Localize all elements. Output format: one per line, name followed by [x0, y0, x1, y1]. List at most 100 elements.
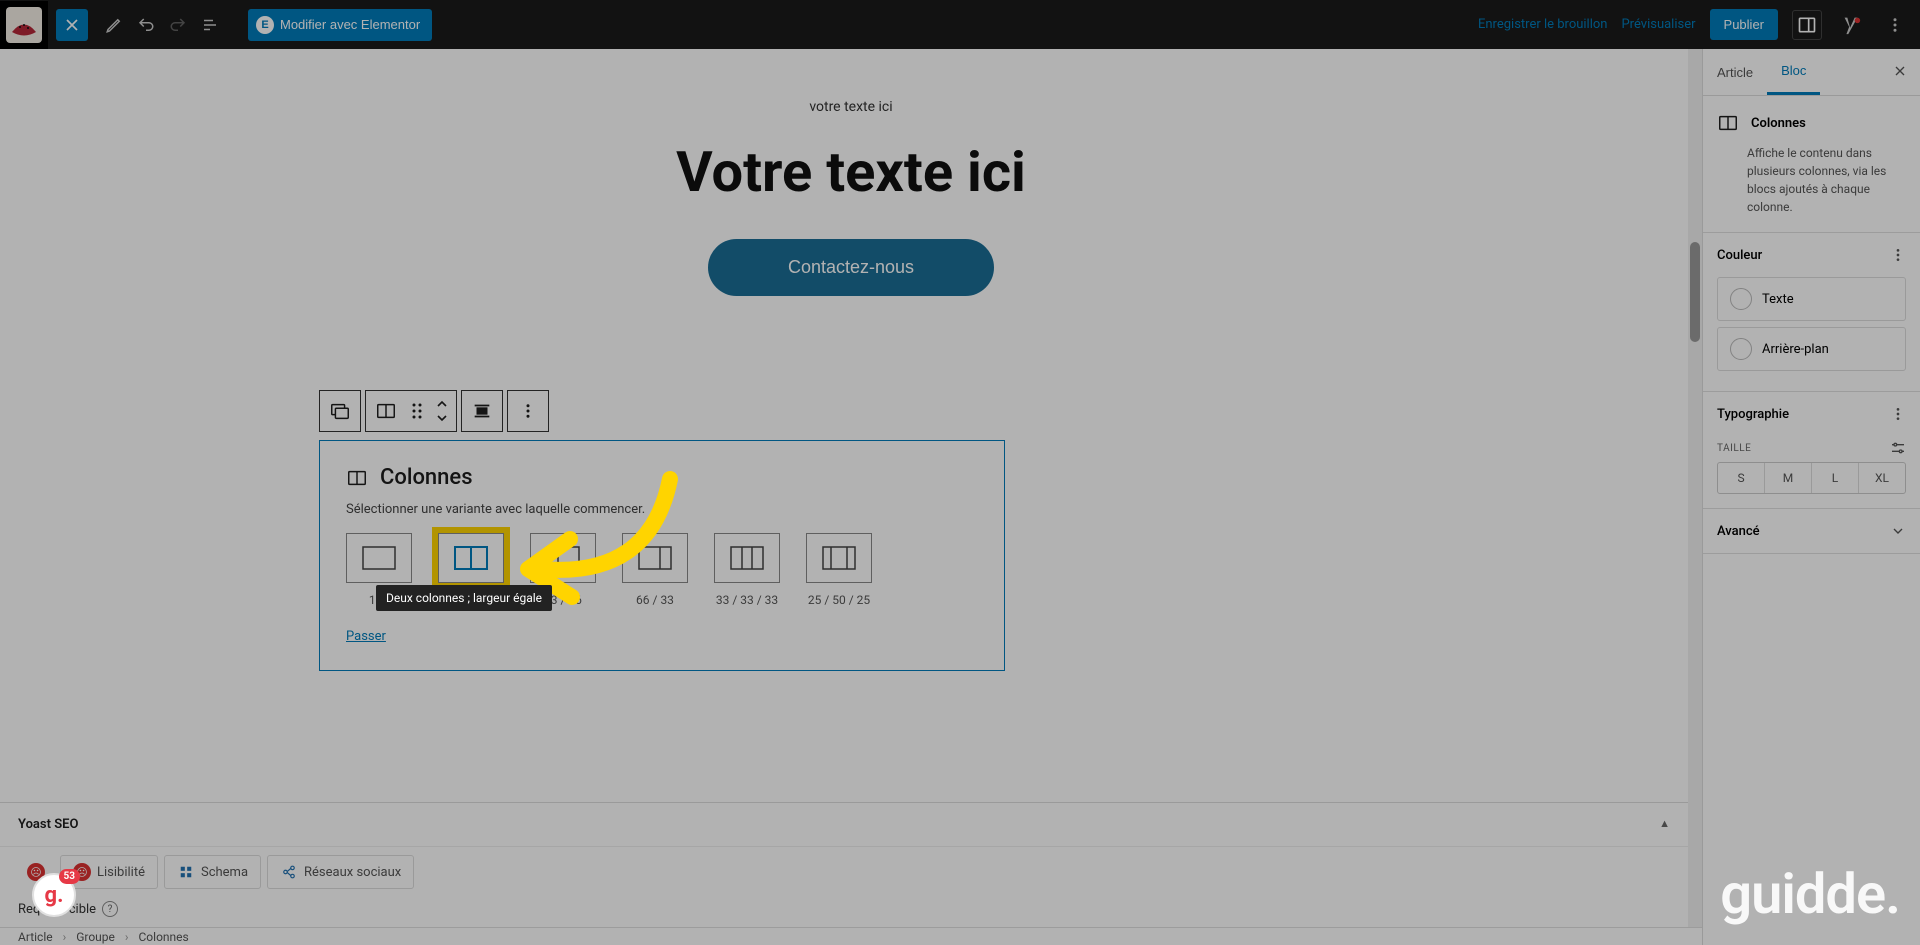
- move-block-button[interactable]: [428, 391, 456, 431]
- hero-subtitle[interactable]: votre texte ici: [0, 99, 1702, 115]
- sidebar-close-button[interactable]: [1880, 49, 1920, 95]
- variant-label: 25 / 50 / 25: [808, 593, 870, 607]
- toolbar-left-group: E Modifier avec Elementor: [48, 9, 432, 41]
- preview-link[interactable]: Prévisualiser: [1621, 17, 1695, 32]
- tab-block[interactable]: Bloc: [1767, 49, 1820, 95]
- main-layout: votre texte ici Votre texte ici Contacte…: [0, 49, 1920, 945]
- breadcrumb: Article › Groupe › Colonnes: [0, 927, 1702, 945]
- chevron-down-icon: [1890, 523, 1906, 539]
- columns-placeholder-block: Colonnes Sélectionner une variante avec …: [319, 440, 1005, 671]
- color-label: Texte: [1762, 292, 1794, 307]
- color-swatch-icon: [1730, 338, 1752, 360]
- yoast-header[interactable]: Yoast SEO ▲: [0, 803, 1688, 847]
- publish-button[interactable]: Publier: [1710, 9, 1778, 40]
- variant-tooltip: Deux colonnes ; largeur égale: [376, 585, 552, 611]
- block-name: Colonnes: [1751, 116, 1806, 131]
- guidde-avatar[interactable]: g. 53: [32, 873, 76, 917]
- guidde-badge: 53: [59, 869, 80, 884]
- yoast-target-row: Requête cible ?: [0, 897, 1688, 927]
- help-icon[interactable]: ?: [102, 901, 118, 917]
- size-label: TAILLE: [1717, 443, 1751, 454]
- breadcrumb-item[interactable]: Colonnes: [139, 930, 189, 944]
- align-button[interactable]: [462, 391, 502, 431]
- yoast-tab-label: Lisibilité: [97, 865, 145, 880]
- skip-link[interactable]: Passer: [346, 629, 386, 644]
- color-swatch-icon: [1730, 288, 1752, 310]
- redo-button[interactable]: [164, 11, 192, 39]
- hero-title[interactable]: Votre texte ici: [0, 139, 1702, 205]
- canvas-scrollbar[interactable]: [1688, 49, 1702, 945]
- more-icon: [1890, 247, 1906, 263]
- more-icon: [1890, 406, 1906, 422]
- sidebar-toggle-button[interactable]: [1792, 10, 1822, 40]
- save-draft-link[interactable]: Enregistrer le brouillon: [1478, 17, 1608, 32]
- size-xl[interactable]: XL: [1859, 463, 1905, 493]
- variant-label: 66 / 33: [636, 593, 674, 607]
- drag-handle[interactable]: [406, 391, 428, 431]
- color-section-header[interactable]: Couleur: [1703, 233, 1920, 277]
- top-toolbar: E Modifier avec Elementor Enregistrer le…: [0, 0, 1920, 49]
- variant-50-50[interactable]: [438, 533, 504, 583]
- yoast-tab-label: Schema: [201, 865, 248, 880]
- elementor-label: Modifier avec Elementor: [280, 17, 420, 32]
- site-icon: [6, 7, 42, 43]
- yoast-tab-label: Réseaux sociaux: [304, 865, 401, 880]
- typography-section-header[interactable]: Typographie: [1703, 392, 1920, 436]
- variant-label: 33 / 33 / 33: [716, 593, 778, 607]
- advanced-section-header[interactable]: Avancé: [1703, 509, 1920, 553]
- block-description: Affiche le contenu dans plusieurs colonn…: [1717, 144, 1906, 216]
- sidebar-tabs: Article Bloc: [1703, 49, 1920, 96]
- color-label: Arrière-plan: [1762, 342, 1829, 357]
- schema-icon: [177, 863, 195, 881]
- edit-mode-button[interactable]: [100, 11, 128, 39]
- yoast-title: Yoast SEO: [18, 817, 78, 832]
- toolbar-right-group: Enregistrer le brouillon Prévisualiser P…: [1478, 9, 1920, 40]
- more-options-button[interactable]: [1880, 10, 1910, 40]
- editor-canvas: votre texte ici Votre texte ici Contacte…: [0, 49, 1702, 296]
- block-toolbar: [319, 390, 549, 432]
- elementor-button[interactable]: E Modifier avec Elementor: [248, 9, 432, 41]
- add-block-button[interactable]: [56, 9, 88, 41]
- variant-33-33-33[interactable]: [714, 533, 780, 583]
- section-title: Avancé: [1717, 524, 1760, 539]
- breadcrumb-item[interactable]: Article: [18, 930, 53, 944]
- document-overview-button[interactable]: [196, 11, 224, 39]
- bg-color-button[interactable]: Arrière-plan: [1717, 327, 1906, 371]
- section-title: Couleur: [1717, 248, 1762, 263]
- columns-block-icon-button[interactable]: [366, 391, 406, 431]
- collapse-icon: ▲: [1659, 817, 1670, 832]
- breadcrumb-item[interactable]: Groupe: [76, 930, 115, 944]
- section-title: Typographie: [1717, 407, 1789, 422]
- columns-icon: [1717, 112, 1739, 134]
- size-l[interactable]: L: [1812, 463, 1859, 493]
- block-more-button[interactable]: [508, 391, 548, 431]
- variant-33-66[interactable]: [530, 533, 596, 583]
- columns-icon: [346, 467, 368, 489]
- variant-25-50-25[interactable]: [806, 533, 872, 583]
- yoast-icon-button[interactable]: [1836, 10, 1866, 40]
- size-s[interactable]: S: [1718, 463, 1765, 493]
- yoast-tab-social[interactable]: Réseaux sociaux: [267, 855, 414, 889]
- text-color-button[interactable]: Texte: [1717, 277, 1906, 321]
- tab-article[interactable]: Article: [1703, 49, 1767, 95]
- yoast-panel: Yoast SEO ▲ ☹ ☹ Lisibilité Schema: [0, 802, 1688, 927]
- cta-button[interactable]: Contactez-nous: [708, 239, 994, 296]
- elementor-icon: E: [256, 16, 274, 34]
- size-label-row: TAILLE: [1703, 436, 1920, 458]
- settings-sidebar: Article Bloc Colonnes Affiche le contenu…: [1702, 49, 1920, 945]
- yoast-tab-schema[interactable]: Schema: [164, 855, 261, 889]
- chevron-right-icon: ›: [125, 930, 129, 944]
- variant-100[interactable]: [346, 533, 412, 583]
- parent-block-button[interactable]: [320, 391, 360, 431]
- wp-logo[interactable]: [0, 1, 48, 49]
- variant-66-33[interactable]: [622, 533, 688, 583]
- sliders-icon[interactable]: [1890, 442, 1906, 454]
- yoast-tabs: ☹ ☹ Lisibilité Schema Réseaux sociau: [0, 847, 1688, 897]
- advanced-section: Avancé: [1703, 509, 1920, 554]
- size-m[interactable]: M: [1765, 463, 1812, 493]
- undo-button[interactable]: [132, 11, 160, 39]
- columns-block-title: Colonnes: [380, 465, 473, 490]
- scroll-thumb[interactable]: [1690, 242, 1700, 342]
- columns-block-subtitle: Sélectionner une variante avec laquelle …: [346, 502, 978, 517]
- share-icon: [280, 863, 298, 881]
